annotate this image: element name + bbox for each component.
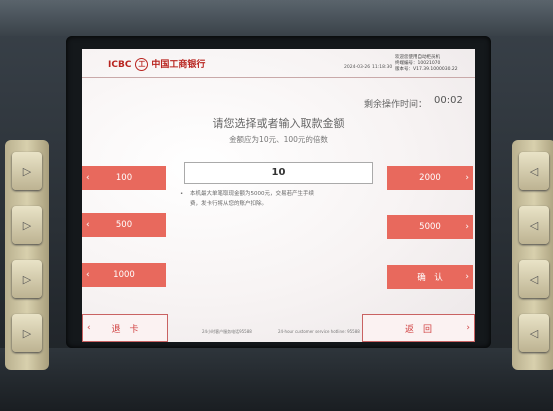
confirm-button[interactable]: 确 认 › bbox=[387, 265, 473, 289]
button-label: 2000 bbox=[419, 173, 441, 183]
header-info: 欢迎您使用自动柜员机 终端编号：10021070 版本号：V17.39.1000… bbox=[395, 55, 458, 73]
arrow-right-icon: › bbox=[465, 222, 469, 232]
amount-hint: 金额应为10元、100元的倍数 bbox=[229, 135, 328, 144]
header-time: 11:18:30 bbox=[372, 65, 393, 70]
atm-bezel-top bbox=[0, 0, 553, 36]
function-key-left-3[interactable]: ▷ bbox=[12, 260, 42, 298]
arrow-left-icon: ‹ bbox=[86, 173, 90, 183]
notice-line-1: 本机最大单笔取现金额为5000元，交易若产生手续 bbox=[190, 191, 314, 197]
arrow-left-icon: ◁ bbox=[529, 326, 539, 340]
arrow-right-icon: › bbox=[465, 173, 469, 183]
arrow-left-icon: ◁ bbox=[529, 218, 539, 232]
button-label: 退 卡 bbox=[111, 324, 139, 335]
arrow-left-icon: ◁ bbox=[529, 272, 539, 286]
version-number: V17.39.1000030.22 bbox=[413, 67, 458, 72]
button-label: 返 回 bbox=[404, 324, 432, 335]
button-label: 500 bbox=[115, 220, 133, 230]
arrow-right-icon: ▷ bbox=[22, 272, 32, 286]
amount-button-500[interactable]: ‹ 500 bbox=[82, 213, 166, 237]
button-label: 1000 bbox=[113, 270, 135, 280]
function-key-right-3[interactable]: ◁ bbox=[519, 260, 549, 298]
function-key-right-1[interactable]: ◁ bbox=[519, 152, 549, 190]
back-button[interactable]: 返 回 › bbox=[362, 314, 475, 342]
arrow-right-icon: › bbox=[465, 272, 469, 282]
amount-button-1000[interactable]: ‹ 1000 bbox=[82, 263, 166, 287]
arrow-left-icon: ‹ bbox=[86, 270, 90, 280]
atm-bottom-panel bbox=[0, 348, 553, 411]
terminal-id: 10021070 bbox=[417, 61, 441, 66]
notice-bullet: • bbox=[180, 191, 184, 197]
amount-button-2000[interactable]: 2000 › bbox=[387, 166, 473, 190]
page-title: 请您选择或者输入取款金额 bbox=[212, 117, 345, 130]
function-key-right-4[interactable]: ◁ bbox=[519, 314, 549, 352]
bank-abbr: ICBC bbox=[108, 60, 132, 70]
return-card-button[interactable]: ‹ 退 卡 bbox=[82, 314, 168, 342]
button-label: 5000 bbox=[419, 222, 441, 232]
arrow-right-icon: ▷ bbox=[22, 164, 32, 178]
arrow-left-icon: ‹ bbox=[86, 220, 90, 230]
amount-button-100[interactable]: ‹ 100 bbox=[82, 166, 166, 190]
arrow-right-icon: › bbox=[466, 323, 470, 333]
hotline-en: 24-hour customer service hotline: 95588 bbox=[278, 329, 360, 334]
atm-screen: ICBC 工中国工商银行 2024-03-26 11:18:30 欢迎您使用自动柜… bbox=[82, 49, 475, 342]
countdown-value: 00:02 bbox=[434, 95, 463, 106]
bank-name: 中国工商银行 bbox=[151, 60, 206, 70]
notice-line-2: 费，发卡行将从您的账户扣除。 bbox=[190, 201, 268, 207]
terminal-label: 终端编号： bbox=[395, 61, 418, 66]
function-key-right-2[interactable]: ◁ bbox=[519, 206, 549, 244]
arrow-right-icon: ▷ bbox=[22, 326, 32, 340]
function-key-left-2[interactable]: ▷ bbox=[12, 206, 42, 244]
arrow-left-icon: ‹ bbox=[87, 323, 91, 333]
amount-input[interactable]: 10 bbox=[184, 162, 373, 184]
fee-notice: • 本机最大单笔取现金额为5000元，交易若产生手续 费，发卡行将从您的账户扣除… bbox=[180, 189, 390, 209]
version-line: 版本号：V17.39.1000030.22 bbox=[395, 67, 458, 73]
amount-button-5000[interactable]: 5000 › bbox=[387, 215, 473, 239]
left-function-keys: ▷ ▷ ▷ ▷ bbox=[5, 140, 49, 370]
countdown-label: 剩余操作时间： bbox=[364, 100, 428, 110]
screen-header: ICBC 工中国工商银行 2024-03-26 11:18:30 欢迎您使用自动柜… bbox=[82, 49, 475, 78]
arrow-left-icon: ◁ bbox=[529, 164, 539, 178]
version-label: 版本号： bbox=[395, 67, 413, 72]
icbc-logo-icon: 工 bbox=[135, 58, 149, 71]
button-label: 100 bbox=[115, 173, 133, 183]
arrow-right-icon: ▷ bbox=[22, 218, 32, 232]
button-label: 确 认 bbox=[417, 273, 443, 283]
header-date: 2024-03-26 bbox=[344, 65, 371, 70]
hotline-cn: 24小时客户服务电话95588 bbox=[202, 329, 252, 334]
function-key-left-1[interactable]: ▷ bbox=[12, 152, 42, 190]
right-function-keys: ◁ ◁ ◁ ◁ bbox=[512, 140, 553, 370]
bank-logo: ICBC 工中国工商银行 bbox=[108, 57, 205, 71]
function-key-left-4[interactable]: ▷ bbox=[12, 314, 42, 352]
